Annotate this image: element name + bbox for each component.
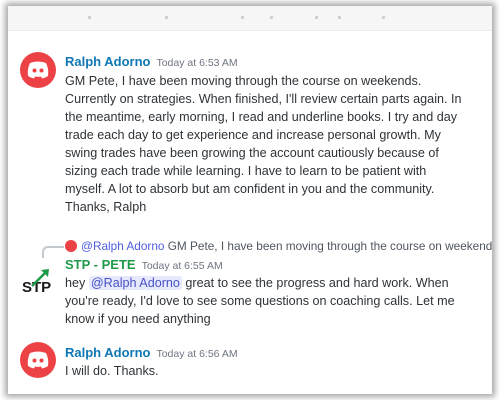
author-name[interactable]: Ralph Adorno [65, 54, 150, 69]
message-text: hey @Ralph Adorno great to see the progr… [65, 274, 455, 328]
reply-reference[interactable]: @Ralph Adorno GM Pete, I have been movin… [65, 239, 492, 253]
strip-tick [315, 16, 318, 19]
strip-tick [165, 16, 168, 19]
message-timestamp: Today at 6:56 AM [156, 348, 238, 360]
strip-tick [338, 16, 341, 19]
strip-tick [382, 16, 385, 19]
message-text-prefix: hey [65, 276, 89, 290]
discord-logo-icon [27, 351, 49, 369]
discord-logo-icon [27, 61, 49, 79]
reply-avatar-icon [65, 240, 77, 252]
message-timestamp: Today at 6:53 AM [156, 57, 238, 69]
message-timestamp: Today at 6:55 AM [141, 260, 223, 272]
author-name[interactable]: STP - PETE [65, 257, 136, 272]
reply-snippet: GM Pete, I have been moving through the … [167, 239, 492, 253]
chat-window: Ralph Adorno Today at 6:53 AM GM Pete, I … [8, 6, 492, 394]
message-text: I will do. Thanks. [65, 364, 159, 378]
top-scroll-strip [8, 6, 492, 31]
reply-connector [42, 246, 64, 258]
strip-tick [270, 16, 273, 19]
stp-logo-icon[interactable]: STP [22, 264, 62, 298]
user-mention[interactable]: @Ralph Adorno [88, 276, 182, 290]
message-text: GM Pete, I have been moving through the … [65, 74, 462, 214]
avatar[interactable] [20, 342, 56, 378]
strip-tick [241, 16, 244, 19]
avatar[interactable] [20, 52, 56, 88]
reply-mention[interactable]: @Ralph Adorno [81, 239, 164, 253]
author-name[interactable]: Ralph Adorno [65, 345, 150, 360]
strip-tick [88, 16, 91, 19]
